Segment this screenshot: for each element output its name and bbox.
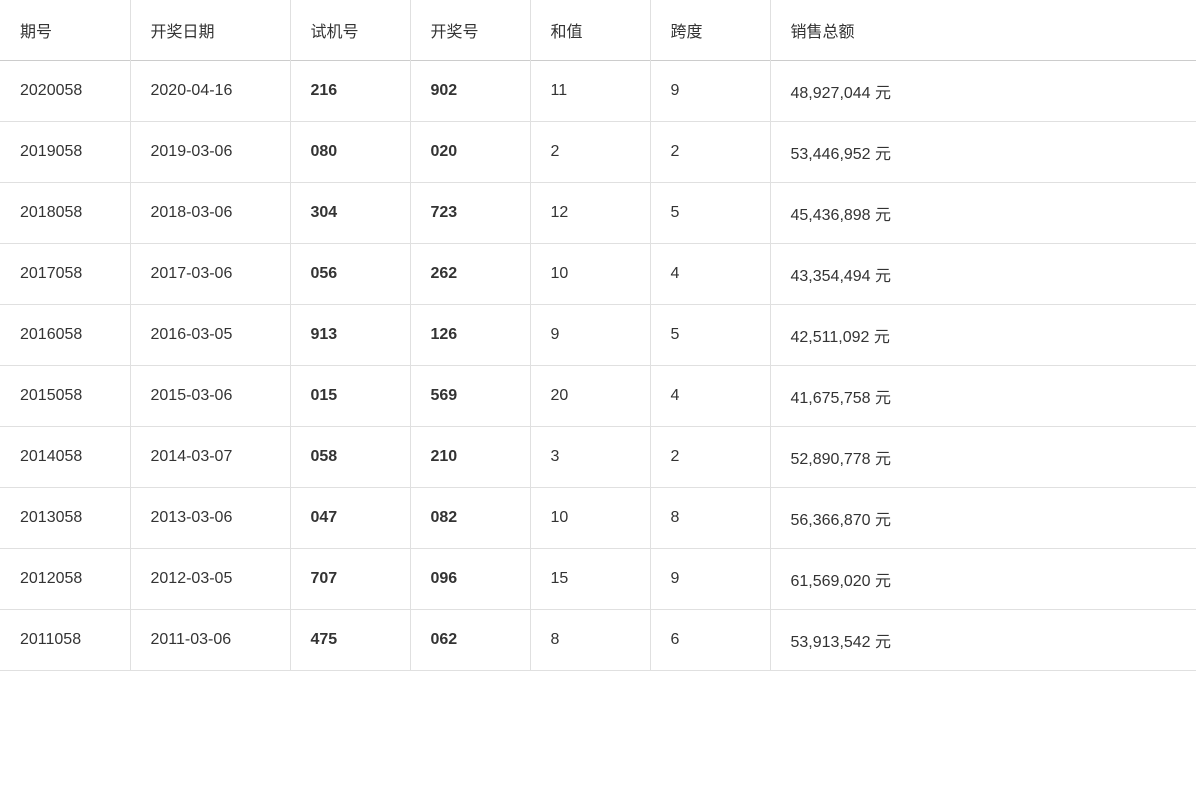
table-body: 20200582020-04-1621690211948,927,044 元20… [0, 61, 1196, 671]
cell-date: 2011-03-06 [130, 610, 290, 671]
cell-sum: 12 [530, 183, 650, 244]
cell-period: 2016058 [0, 305, 130, 366]
cell-date: 2015-03-06 [130, 366, 290, 427]
cell-winning: 082 [410, 488, 530, 549]
cell-period: 2014058 [0, 427, 130, 488]
cell-trial: 047 [290, 488, 410, 549]
cell-sales: 61,569,020 元 [770, 549, 1196, 610]
table-row: 20150582015-03-0601556920441,675,758 元 [0, 366, 1196, 427]
cell-winning: 126 [410, 305, 530, 366]
cell-sales: 41,675,758 元 [770, 366, 1196, 427]
cell-sales: 42,511,092 元 [770, 305, 1196, 366]
cell-date: 2016-03-05 [130, 305, 290, 366]
cell-trial: 913 [290, 305, 410, 366]
cell-trial: 475 [290, 610, 410, 671]
cell-winning: 062 [410, 610, 530, 671]
cell-sum: 9 [530, 305, 650, 366]
col-header-period: 期号 [0, 0, 130, 61]
cell-winning: 020 [410, 122, 530, 183]
cell-sales: 43,354,494 元 [770, 244, 1196, 305]
cell-span: 4 [650, 366, 770, 427]
cell-date: 2018-03-06 [130, 183, 290, 244]
cell-span: 4 [650, 244, 770, 305]
table-row: 20180582018-03-0630472312545,436,898 元 [0, 183, 1196, 244]
table-row: 20160582016-03-059131269542,511,092 元 [0, 305, 1196, 366]
cell-trial: 015 [290, 366, 410, 427]
col-header-date: 开奖日期 [130, 0, 290, 61]
cell-span: 9 [650, 549, 770, 610]
cell-span: 5 [650, 183, 770, 244]
cell-sum: 3 [530, 427, 650, 488]
cell-winning: 210 [410, 427, 530, 488]
cell-sales: 56,366,870 元 [770, 488, 1196, 549]
cell-date: 2012-03-05 [130, 549, 290, 610]
cell-period: 2012058 [0, 549, 130, 610]
cell-span: 5 [650, 305, 770, 366]
col-header-span: 跨度 [650, 0, 770, 61]
col-header-winning: 开奖号 [410, 0, 530, 61]
table-row: 20110582011-03-064750628653,913,542 元 [0, 610, 1196, 671]
cell-winning: 262 [410, 244, 530, 305]
cell-trial: 058 [290, 427, 410, 488]
table-row: 20120582012-03-0570709615961,569,020 元 [0, 549, 1196, 610]
cell-span: 9 [650, 61, 770, 122]
cell-sales: 53,913,542 元 [770, 610, 1196, 671]
cell-date: 2013-03-06 [130, 488, 290, 549]
lottery-table: 期号 开奖日期 试机号 开奖号 和值 跨度 销售总额 20200582020-0… [0, 0, 1196, 671]
cell-span: 6 [650, 610, 770, 671]
table-row: 20170582017-03-0605626210443,354,494 元 [0, 244, 1196, 305]
cell-trial: 080 [290, 122, 410, 183]
col-header-sum: 和值 [530, 0, 650, 61]
table-row: 20190582019-03-060800202253,446,952 元 [0, 122, 1196, 183]
table-header-row: 期号 开奖日期 试机号 开奖号 和值 跨度 销售总额 [0, 0, 1196, 61]
cell-span: 2 [650, 122, 770, 183]
table-row: 20200582020-04-1621690211948,927,044 元 [0, 61, 1196, 122]
cell-date: 2014-03-07 [130, 427, 290, 488]
cell-date: 2020-04-16 [130, 61, 290, 122]
cell-date: 2017-03-06 [130, 244, 290, 305]
cell-period: 2011058 [0, 610, 130, 671]
cell-date: 2019-03-06 [130, 122, 290, 183]
cell-trial: 707 [290, 549, 410, 610]
cell-sales: 52,890,778 元 [770, 427, 1196, 488]
cell-sum: 11 [530, 61, 650, 122]
table-row: 20140582014-03-070582103252,890,778 元 [0, 427, 1196, 488]
cell-sales: 48,927,044 元 [770, 61, 1196, 122]
cell-winning: 902 [410, 61, 530, 122]
cell-trial: 216 [290, 61, 410, 122]
lottery-table-container: 期号 开奖日期 试机号 开奖号 和值 跨度 销售总额 20200582020-0… [0, 0, 1196, 671]
cell-trial: 304 [290, 183, 410, 244]
col-header-sales: 销售总额 [770, 0, 1196, 61]
cell-period: 2020058 [0, 61, 130, 122]
cell-period: 2019058 [0, 122, 130, 183]
cell-winning: 723 [410, 183, 530, 244]
cell-winning: 096 [410, 549, 530, 610]
cell-sum: 15 [530, 549, 650, 610]
cell-span: 2 [650, 427, 770, 488]
cell-sales: 53,446,952 元 [770, 122, 1196, 183]
cell-sales: 45,436,898 元 [770, 183, 1196, 244]
cell-period: 2015058 [0, 366, 130, 427]
cell-sum: 10 [530, 488, 650, 549]
cell-period: 2013058 [0, 488, 130, 549]
cell-winning: 569 [410, 366, 530, 427]
cell-span: 8 [650, 488, 770, 549]
cell-sum: 10 [530, 244, 650, 305]
cell-sum: 8 [530, 610, 650, 671]
cell-sum: 2 [530, 122, 650, 183]
table-row: 20130582013-03-0604708210856,366,870 元 [0, 488, 1196, 549]
cell-sum: 20 [530, 366, 650, 427]
cell-period: 2018058 [0, 183, 130, 244]
cell-trial: 056 [290, 244, 410, 305]
cell-period: 2017058 [0, 244, 130, 305]
col-header-trial: 试机号 [290, 0, 410, 61]
